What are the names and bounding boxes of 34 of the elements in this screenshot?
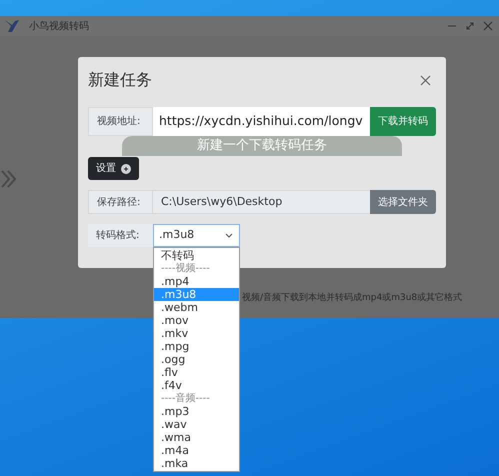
save-path-field[interactable]: C:\Users\wy6\Desktop [153,190,370,214]
close-icon[interactable] [483,21,493,31]
chevron-down-icon [225,233,233,238]
field-label: 保存路径: [88,190,153,214]
dropdown-option[interactable]: .wav [154,418,239,431]
dropdown-option[interactable]: .mpg [154,340,239,353]
field-label: 视频地址: [88,107,153,136]
dropdown-option[interactable]: .m4a [154,444,239,457]
dialog-title: 新建任务 [88,69,152,91]
dropdown-option[interactable]: .ogg [154,353,239,366]
maximize-icon[interactable] [465,21,475,31]
download-convert-button[interactable]: 下载并转码 [370,107,436,136]
format-select[interactable]: .m3u8 [153,224,240,247]
dropdown-option[interactable]: .mov [154,314,239,327]
choose-folder-button[interactable]: 选择文件夹 [370,190,436,214]
url-field[interactable]: https://xycdn.yishihui.com/longv [153,107,370,136]
bird-logo-icon [4,19,20,33]
dropdown-option[interactable]: .mp3 [154,405,239,418]
dropdown-option[interactable]: .wma [154,431,239,444]
group-header: ----视频---- [160,262,211,275]
settings-button[interactable]: 设置 [88,157,139,180]
dropdown-option[interactable]: .f4v [154,379,239,392]
dropdown-option[interactable]: .mp4 [154,275,239,288]
window-title: 小鸟视频转码 [29,20,89,34]
dropdown-option[interactable]: .webm [154,301,239,314]
dropdown-option[interactable]: 不转码 [154,249,239,262]
dropdown-option[interactable]: .mka [154,457,239,470]
dropdown-option[interactable]: .mkv [154,327,239,340]
close-icon[interactable] [420,74,431,86]
group-header: ----音频---- [160,392,211,405]
plus-circle-icon [121,164,131,174]
hint-text: 视频/音频下载到本地并转码成mp4或m3u8或其它格式 [242,292,462,305]
dropdown-option[interactable]: .flv [154,366,239,379]
field-label: 转码格式: [88,224,153,247]
